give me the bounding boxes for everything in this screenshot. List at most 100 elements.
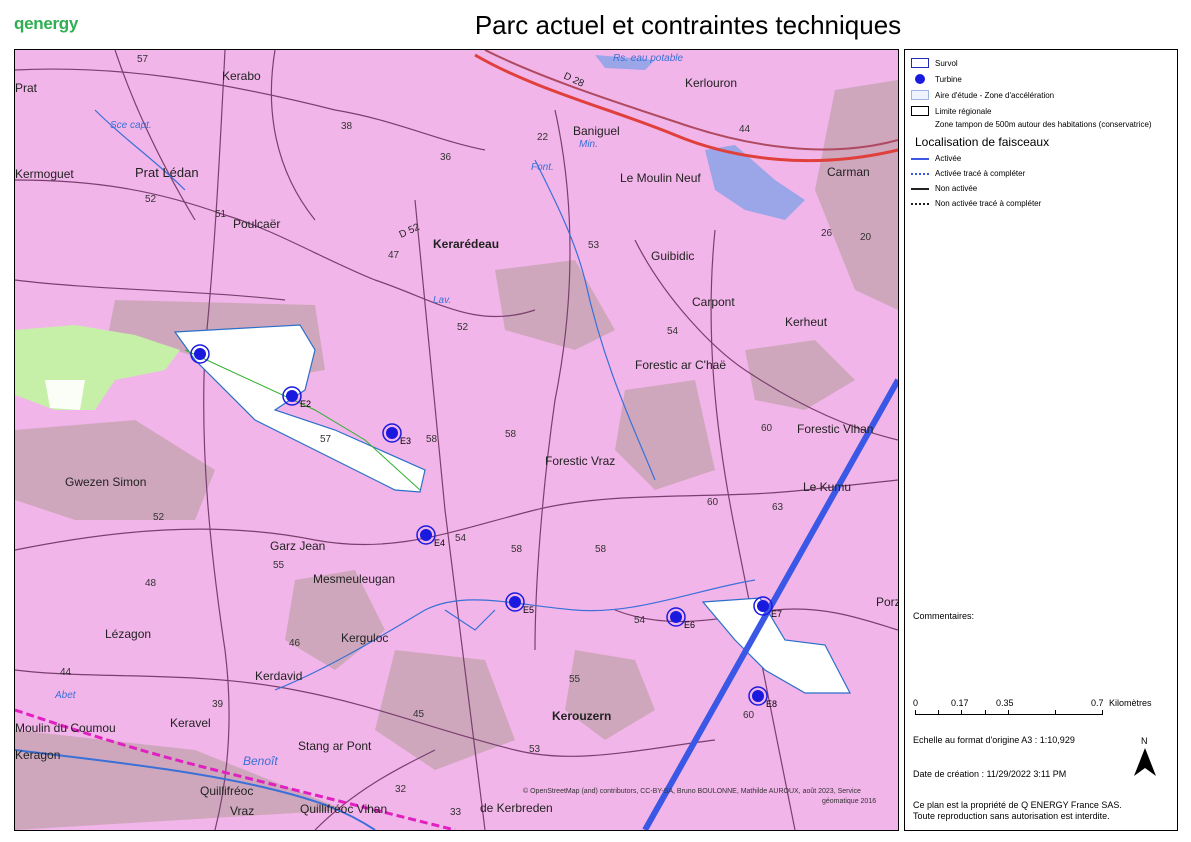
solid-black-line-icon [911, 187, 929, 190]
svg-text:46: 46 [289, 638, 301, 649]
svg-text:57: 57 [137, 54, 149, 65]
turbine-label: E6 [684, 620, 695, 630]
legend-row-non-activee: Non activée [911, 184, 977, 193]
place-label: Forestic ar C'haë [635, 358, 726, 372]
svg-text:36: 36 [440, 152, 452, 163]
place-label: Le Kumu [803, 480, 851, 494]
north-arrow-icon: N [1134, 736, 1156, 776]
turbine-label: E2 [300, 399, 311, 409]
svg-text:22: 22 [537, 132, 549, 143]
page-title: Parc actuel et contraintes techniques [474, 10, 902, 40]
faisceaux-title: Localisation de faisceaux [915, 135, 1050, 149]
svg-text:44: 44 [60, 667, 72, 678]
place-label: Poulcaër [233, 217, 280, 231]
place-label: Benoît [243, 754, 278, 768]
turbine-label: E7 [771, 609, 782, 619]
place-label: Forestic Vraz [545, 454, 615, 468]
company-logo: qenergy [14, 14, 79, 33]
scale-tick [1102, 710, 1103, 715]
survol-swatch [911, 58, 929, 68]
place-label: Vraz [230, 804, 254, 818]
scale-tick [961, 710, 962, 715]
place-label: Kerouzern [552, 709, 611, 723]
svg-text:32: 32 [395, 784, 407, 795]
legend-label: Activée [935, 154, 962, 163]
legend-row-zone-tampon: Zone tampon de 500m autour des habitatio… [935, 120, 1152, 129]
place-label: Prat [15, 81, 38, 95]
legend-label: Survol [935, 58, 958, 68]
legend-label: Zone tampon de 500m autour des habitatio… [935, 120, 1152, 129]
limite-swatch [911, 106, 929, 116]
place-label: Kerarédeau [433, 237, 499, 251]
scale-tick [985, 710, 986, 715]
place-label: Kerabo [222, 69, 261, 83]
legend-label: Non activée tracé à compléter [935, 199, 1042, 208]
svg-text:N: N [1141, 736, 1148, 746]
place-label: Baniguel [573, 124, 620, 138]
place-label: Forestic Vihan [797, 422, 873, 436]
map-frame[interactable]: E2 E3 E4 E5 E6 E7 E8 Kerabo Kerlouron Prat Pra… [14, 49, 899, 831]
svg-text:45: 45 [413, 709, 425, 720]
svg-text:52: 52 [153, 512, 165, 523]
legend-row-non-activee-tc: Non activée tracé à compléter [911, 199, 1041, 208]
scale-text: Echelle au format d'origine A3 : 1:10,92… [913, 735, 1075, 745]
svg-text:20: 20 [860, 232, 872, 243]
scale-tick-label: 0.35 [996, 698, 1014, 708]
legend-label: Activée tracé à compléter [935, 169, 1026, 178]
aire-swatch [911, 90, 929, 100]
legend-row-survol: Survol [911, 58, 958, 68]
turbine-label: E8 [766, 699, 777, 709]
scale-line [915, 714, 1103, 715]
svg-text:48: 48 [145, 578, 157, 589]
scale-tick-label: 0.17 [951, 698, 969, 708]
legend-label: Aire d'étude - Zone d'accélération [935, 90, 1055, 100]
legend-label: Turbine [935, 74, 962, 84]
copyright-notice: Ce plan est la propriété de Q ENERGY Fra… [913, 800, 1122, 822]
svg-text:51: 51 [215, 209, 227, 220]
place-label: Porz [876, 595, 898, 609]
place-label: Garz Jean [270, 539, 325, 553]
place-label: Quillifréoc [200, 784, 253, 798]
place-label: Lav. [433, 295, 451, 306]
legend-row-aire: Aire d'étude - Zone d'accélération [911, 90, 1054, 100]
svg-text:33: 33 [450, 807, 462, 818]
svg-text:44: 44 [739, 124, 751, 135]
svg-text:60: 60 [707, 497, 719, 508]
place-label: Prat Lédan [135, 165, 199, 180]
svg-text:38: 38 [341, 121, 353, 132]
comments-label: Commentaires: [913, 611, 975, 621]
svg-text:60: 60 [761, 423, 773, 434]
turbine-label: E5 [523, 605, 534, 615]
place-label: Kerlouron [685, 76, 737, 90]
place-label: Rs. eau potable [613, 53, 683, 64]
svg-text:52: 52 [457, 322, 469, 333]
legend-row-limite: Limite régionale [911, 106, 991, 116]
svg-text:54: 54 [634, 615, 646, 626]
scale-tick [1055, 710, 1056, 715]
scale-tick [938, 710, 939, 715]
svg-text:58: 58 [595, 544, 607, 555]
dotted-black-line-icon [911, 202, 929, 205]
place-label: Carman [827, 165, 870, 179]
place-label: Carpont [692, 295, 735, 309]
svg-text:52: 52 [145, 194, 157, 205]
place-label: Kerguloc [341, 631, 388, 645]
svg-text:53: 53 [529, 744, 541, 755]
place-label: Quillifréoc Vihan [300, 802, 387, 816]
place-label: Stang ar Pont [298, 739, 372, 753]
svg-text:57: 57 [320, 434, 332, 445]
svg-text:géomatique 2016: géomatique 2016 [822, 798, 876, 805]
place-label: Gwezen Simon [65, 475, 146, 489]
svg-text:© OpenStreetMap (and) contribu: © OpenStreetMap (and) contributors, CC-B… [523, 787, 861, 795]
map-canvas[interactable]: E2 E3 E4 E5 E6 E7 E8 Kerabo Kerlouron Prat Pra… [15, 50, 898, 830]
scale-tick-label: 0 [913, 698, 919, 708]
svg-text:55: 55 [569, 674, 581, 685]
legend-panel: Survol Turbine Aire d'étude - Zone d'acc… [904, 49, 1178, 831]
place-label: Font. [531, 162, 554, 173]
turbine-label: E3 [400, 436, 411, 446]
svg-text:58: 58 [505, 429, 517, 440]
place-label: Kerheut [785, 315, 828, 329]
dotted-blue-line-icon [911, 172, 929, 175]
place-label: Sce capt. [110, 120, 152, 131]
scale-bar: 0 0.17 0.35 0.7 Kilomètres [913, 698, 1173, 728]
